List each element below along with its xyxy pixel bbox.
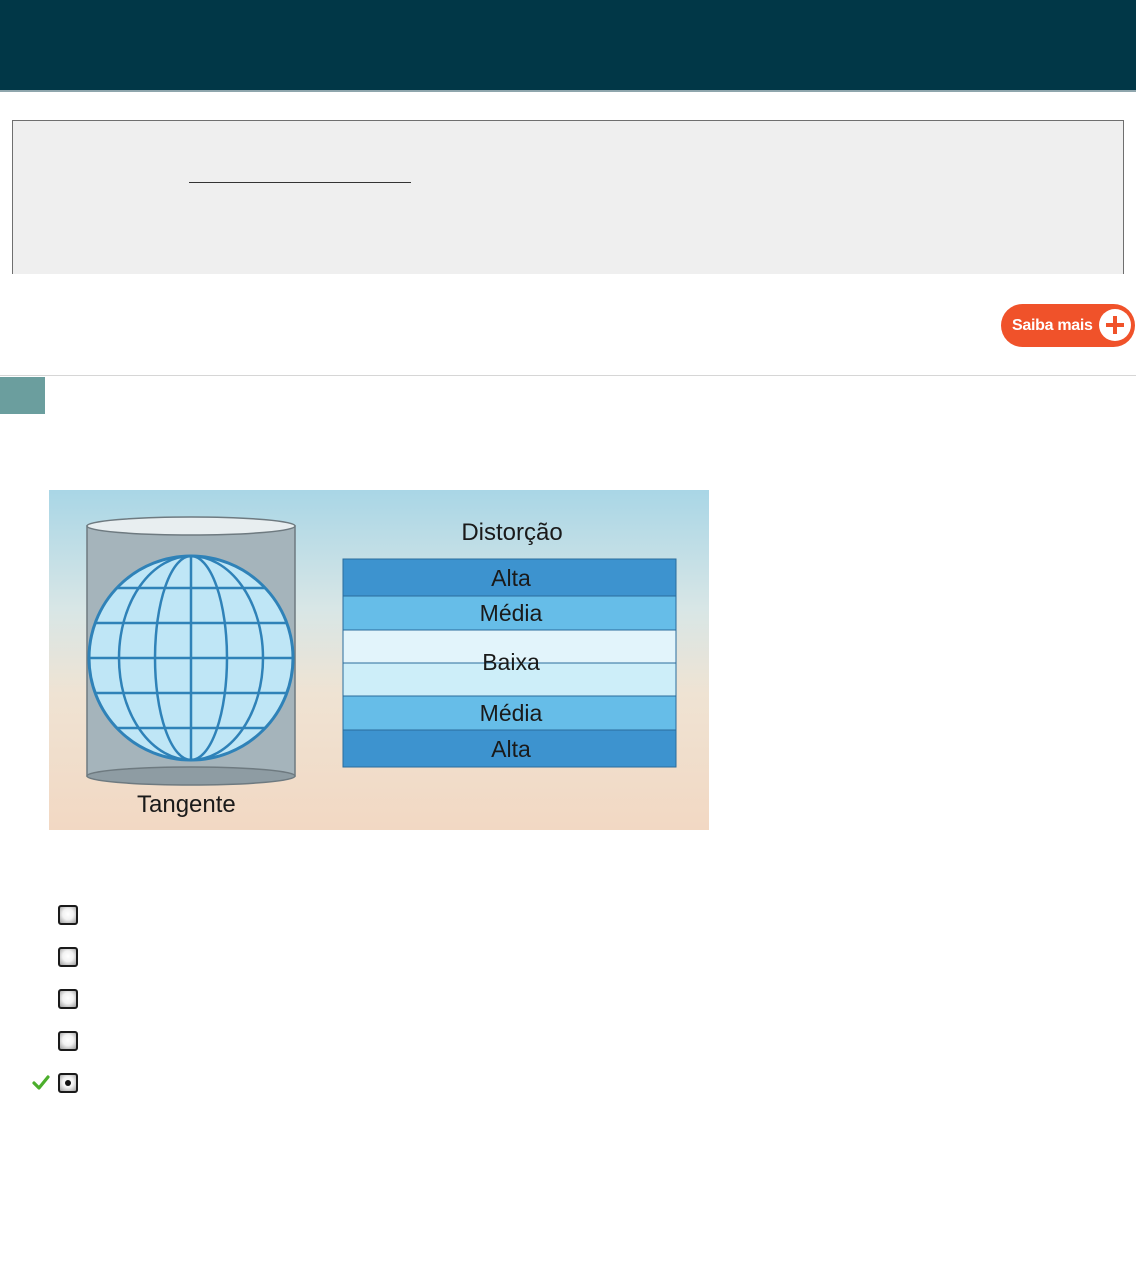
band-label-high-bottom: Alta <box>491 736 531 762</box>
radio-button[interactable] <box>58 905 78 925</box>
radio-button-selected[interactable] <box>58 1073 78 1093</box>
header-bar <box>0 0 1136 92</box>
distortion-scale: Alta Média Baixa Média Alta <box>342 558 677 768</box>
distortion-title: Distorção <box>461 519 562 546</box>
check-icon <box>32 1075 50 1090</box>
saiba-mais-button[interactable]: Saiba mais <box>1001 304 1135 347</box>
info-panel <box>12 120 1124 274</box>
tangent-caption: Tangente <box>137 791 236 818</box>
band-label-low: Baixa <box>482 649 540 675</box>
info-underline <box>189 182 411 183</box>
cylindrical-projection-diagram: Tangente Distorção Alta Média Baixa Médi… <box>49 490 709 830</box>
radio-button[interactable] <box>58 947 78 967</box>
answer-option-b[interactable] <box>30 945 630 969</box>
plus-circle-icon <box>1099 309 1131 341</box>
answer-option-a[interactable] <box>30 903 630 927</box>
section-divider <box>0 375 1136 376</box>
question-number-marker <box>0 377 45 414</box>
radio-button[interactable] <box>58 989 78 1009</box>
answer-option-c[interactable] <box>30 987 630 1011</box>
projection-figure: Tangente Distorção Alta Média Baixa Médi… <box>49 490 709 830</box>
saiba-mais-label: Saiba mais <box>1012 316 1093 334</box>
band-label-high-top: Alta <box>491 565 531 591</box>
answer-option-e[interactable] <box>30 1071 630 1095</box>
answer-option-d[interactable] <box>30 1029 630 1053</box>
band-label-medium-top: Média <box>480 600 543 626</box>
band-label-medium-bottom: Média <box>480 700 543 726</box>
radio-button[interactable] <box>58 1031 78 1051</box>
